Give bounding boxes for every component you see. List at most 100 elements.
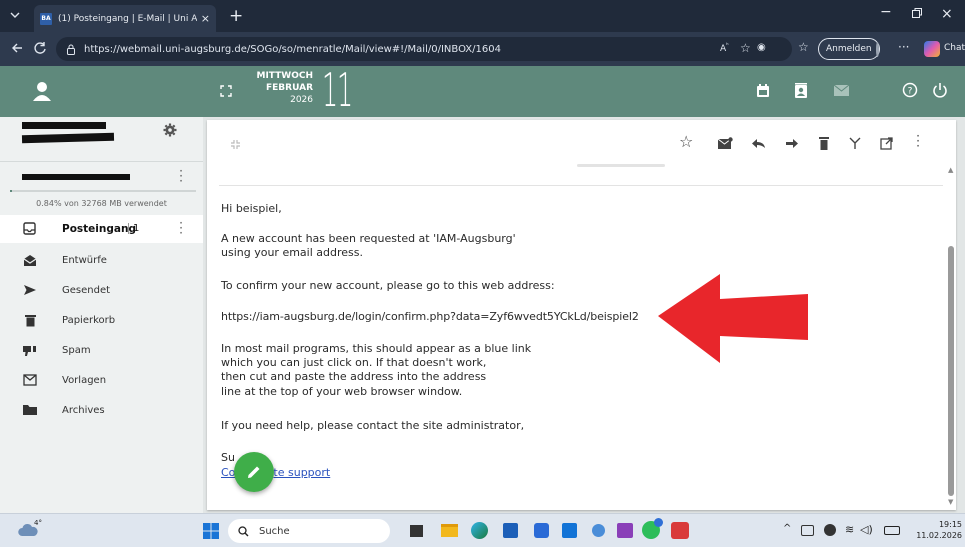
read-aloud-icon[interactable]: Aʰ: [720, 42, 729, 54]
tray-icon-1[interactable]: [801, 525, 814, 536]
signature-line: Su: [221, 451, 235, 464]
signin-label: Anmelden: [826, 44, 872, 54]
onenote-icon[interactable]: [617, 523, 633, 538]
tab-mail[interactable]: BA (1) Posteingang | E-Mail | Uni Augs ×: [34, 5, 216, 32]
sidebar-item-papierkorb[interactable]: Papierkorb: [0, 307, 203, 335]
copilot-icon[interactable]: [924, 41, 940, 57]
scrollbar[interactable]: ▲ ▼: [946, 164, 956, 510]
drafts-icon: [23, 254, 37, 267]
compose-button[interactable]: [234, 452, 274, 492]
sidebar-item-posteingang[interactable]: Posteingang 1 · · ·: [0, 215, 203, 243]
favorite-star-icon[interactable]: ☆: [740, 41, 751, 55]
chat-label[interactable]: Chat: [944, 43, 965, 53]
email-paragraph-4: If you need help, please contact the sit…: [221, 419, 525, 432]
battery-icon[interactable]: [884, 526, 900, 535]
url-field[interactable]: https://webmail.uni-augsburg.de/SOGo/so/…: [56, 37, 792, 61]
email-paragraph-3-line-3: then cut and paste the address into the …: [221, 370, 487, 383]
email-paragraph-2: To confirm your new account, please go t…: [221, 279, 555, 292]
volume-icon[interactable]: ◁): [860, 523, 873, 536]
settings-gear-icon[interactable]: [163, 123, 177, 137]
quota-bar-fill: [10, 190, 12, 192]
window-restore-icon[interactable]: [911, 7, 923, 19]
open-new-window-icon[interactable]: [880, 137, 893, 150]
search-placeholder: Suche: [259, 525, 290, 537]
move-copy-icon[interactable]: [849, 137, 861, 150]
browser-tab-bar: BA (1) Posteingang | E-Mail | Uni Augs ×…: [0, 0, 965, 32]
profile-avatar-icon: [875, 41, 879, 57]
taskbar-search[interactable]: Suche: [228, 519, 390, 543]
chevron-up-icon[interactable]: ^: [783, 523, 791, 534]
reload-icon[interactable]: [33, 41, 47, 55]
window-minimize-icon[interactable]: −: [880, 4, 892, 20]
scroll-down-icon[interactable]: ▼: [948, 498, 953, 506]
trash-icon: [25, 314, 36, 327]
mailbox-menu-icon[interactable]: · · ·: [178, 165, 184, 187]
extension-icon[interactable]: ◉: [757, 42, 766, 53]
forward-icon[interactable]: [785, 138, 798, 149]
sidebar-item-label: Spam: [62, 345, 91, 356]
flag-star-icon[interactable]: ☆: [679, 132, 693, 151]
tab-close-icon[interactable]: ×: [201, 12, 210, 25]
window-close-icon[interactable]: ×: [941, 6, 953, 22]
more-actions-icon[interactable]: · · ·: [915, 130, 921, 152]
pencil-icon: [246, 464, 262, 480]
delete-icon[interactable]: [819, 137, 829, 150]
account-email-redacted: [21, 132, 115, 144]
contacts-icon[interactable]: [794, 83, 808, 99]
sidebar-item-archives[interactable]: Archives: [0, 397, 203, 425]
fullscreen-toggle-icon[interactable]: [220, 85, 232, 97]
clock[interactable]: 19:15 11.02.2026: [904, 519, 962, 541]
sidebar-item-label: Papierkorb: [62, 315, 116, 326]
calendar-icon[interactable]: [756, 84, 770, 98]
start-windows-icon[interactable]: [203, 523, 219, 539]
sidebar-item-spam[interactable]: Spam: [0, 337, 203, 365]
store-icon[interactable]: [503, 523, 518, 538]
favorites-list-icon[interactable]: ☆: [798, 40, 809, 54]
weather-temp: 4°: [34, 519, 42, 527]
tab-list-chevron-icon[interactable]: [9, 10, 21, 20]
date-year: 2026: [290, 95, 313, 105]
app-icon-5[interactable]: [534, 523, 549, 538]
scrollbar-thumb[interactable]: [948, 246, 954, 496]
clock-date: 11.02.2026: [916, 531, 962, 540]
sidebar-item-gesendet[interactable]: Gesendet: [0, 277, 203, 305]
scroll-up-icon[interactable]: ▲: [948, 166, 953, 174]
back-icon[interactable]: [10, 41, 24, 55]
templates-icon: [23, 374, 37, 386]
folder-menu-icon[interactable]: · · ·: [178, 217, 184, 239]
header-collapse-handle[interactable]: [577, 164, 665, 167]
email-paragraph-3-line-1: In most mail programs, this should appea…: [221, 342, 532, 355]
signin-button[interactable]: Anmelden: [818, 38, 880, 60]
sidebar-item-vorlagen[interactable]: Vorlagen: [0, 367, 203, 395]
wifi-icon[interactable]: ≋: [845, 523, 854, 536]
message-toolbar: ☆ · · ·: [679, 130, 949, 154]
confirmation-link[interactable]: https://iam-augsburg.de/login/confirm.ph…: [221, 309, 639, 324]
app-icon-7[interactable]: [592, 524, 605, 537]
email-paragraph-3-line-4: line at the top of your web browser wind…: [221, 385, 463, 398]
browser-menu-icon[interactable]: ···: [898, 40, 909, 54]
outlook-icon[interactable]: [562, 523, 577, 538]
sidebar-item-label: Vorlagen: [62, 375, 107, 386]
mark-unread-icon[interactable]: [718, 137, 733, 149]
reply-icon[interactable]: [752, 138, 765, 149]
sidebar-divider: [0, 161, 203, 162]
new-tab-icon[interactable]: +: [229, 6, 243, 26]
app-icon-10[interactable]: [671, 522, 689, 539]
search-icon: [238, 525, 249, 537]
tab-favicon-icon: BA: [40, 12, 52, 25]
tray-icon-2[interactable]: [824, 524, 836, 536]
logout-icon[interactable]: [932, 82, 948, 98]
sent-icon: [23, 284, 37, 296]
mail-app-icon[interactable]: [834, 85, 849, 96]
account-name-redacted: [22, 122, 106, 129]
task-view-icon[interactable]: [410, 525, 423, 537]
user-avatar-icon[interactable]: [33, 81, 51, 101]
file-explorer-icon[interactable]: [441, 524, 458, 537]
sidebar-item-entwuerfe[interactable]: Entwürfe: [0, 247, 203, 275]
help-icon[interactable]: ?: [902, 82, 918, 98]
date-month: FEBRUAR: [265, 83, 313, 93]
email-greeting: Hi beispiel,: [221, 202, 282, 215]
collapse-icon[interactable]: [230, 139, 241, 150]
edge-browser-icon[interactable]: [471, 522, 488, 539]
unread-count-badge: 1: [128, 223, 139, 234]
